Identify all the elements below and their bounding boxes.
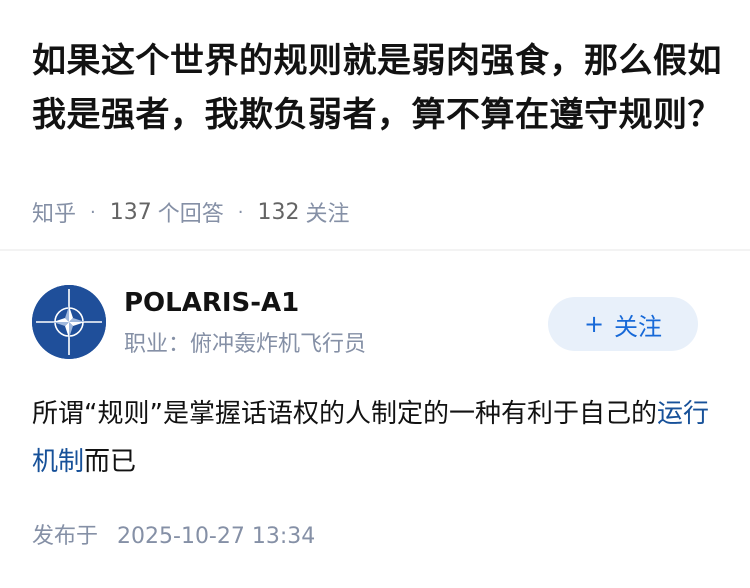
question-meta: 知乎 · 137 个回答 · 132 关注 bbox=[32, 196, 350, 228]
answers-label: 个回答 bbox=[157, 202, 224, 227]
answer-text-end: 而已 bbox=[84, 447, 137, 477]
follow-button-label: 关注 bbox=[614, 312, 663, 341]
section-divider bbox=[0, 249, 750, 251]
follow-button[interactable]: + 关注 bbox=[548, 297, 698, 351]
answers-count: 137 bbox=[109, 199, 152, 225]
nato-compass-icon bbox=[32, 285, 106, 359]
publish-label: 发布于 bbox=[32, 524, 99, 549]
plus-icon: + bbox=[583, 310, 605, 338]
question-title[interactable]: 如果这个世界的规则就是弱肉强食，那么假如我是强者，我欺负弱者，算不算在遵守规则？ bbox=[32, 34, 722, 142]
author-name[interactable]: POLARIS-A1 bbox=[124, 285, 299, 321]
meta-separator: · bbox=[90, 201, 96, 223]
publish-info: 发布于 2025-10-27 13:34 bbox=[32, 522, 315, 552]
source-label[interactable]: 知乎 bbox=[32, 196, 76, 228]
author-headline: 职业：俯冲轰炸机飞行员 bbox=[124, 332, 367, 357]
publish-datetime: 2025-10-27 13:34 bbox=[117, 524, 316, 549]
answer-text: 所谓“规则”是掌握话语权的人制定的一种有利于自己的 bbox=[32, 399, 657, 429]
followers-count: 132 bbox=[257, 199, 300, 225]
answer-content: 所谓“规则”是掌握话语权的人制定的一种有利于自己的运行机制而已 bbox=[32, 390, 722, 486]
followers-label: 关注 bbox=[305, 202, 350, 227]
meta-separator: · bbox=[237, 201, 244, 223]
avatar[interactable] bbox=[32, 285, 106, 359]
